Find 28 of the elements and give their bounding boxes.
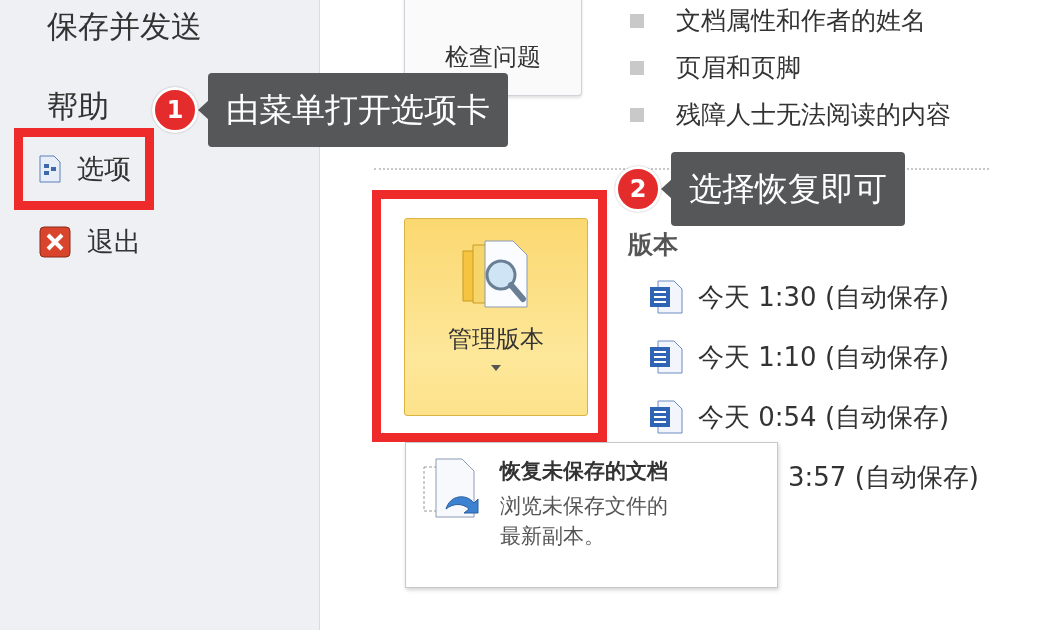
bullet-text: 页眉和页脚 xyxy=(676,52,801,84)
bullet-icon xyxy=(630,13,644,28)
menu-description: 浏览未保存文件的最新副本。 xyxy=(500,493,669,551)
bullet-text: 文档属性和作者的姓名 xyxy=(676,5,926,37)
options-label: 选项 xyxy=(77,152,131,186)
documents-magnifier-icon xyxy=(461,239,531,311)
version-entry[interactable]: 今天 0:54 (自动保存) xyxy=(698,399,950,435)
bullet-icon xyxy=(630,107,644,122)
menu-heading[interactable]: 保存并发送 xyxy=(47,6,202,48)
bullet-icon xyxy=(630,60,644,75)
bullet-text: 残障人士无法阅读的内容 xyxy=(676,99,951,131)
tooltip-pointer xyxy=(661,179,672,199)
close-icon xyxy=(39,226,71,258)
options-menu-item[interactable]: 选项 xyxy=(39,137,131,201)
step-badge: 2 xyxy=(615,166,661,212)
exit-label: 退出 xyxy=(87,225,141,259)
manage-versions-button[interactable]: 管理版本 xyxy=(404,218,588,416)
version-entry[interactable]: 今天 1:30 (自动保存) xyxy=(698,279,950,315)
menu-title: 恢复未保存的文档 xyxy=(500,458,669,485)
exit-menu-item[interactable]: 退出 xyxy=(39,210,141,274)
versions-heading: 版本 xyxy=(628,229,679,261)
document-icon xyxy=(39,155,61,183)
version-entry[interactable]: 今天 1:10 (自动保存) xyxy=(698,339,950,375)
caret-icon xyxy=(491,365,501,371)
recover-dropdown-menu[interactable]: 恢复未保存的文档 浏览未保存文件的最新副本。 xyxy=(405,442,778,588)
tooltip-pointer xyxy=(198,100,209,120)
version-entry[interactable]: 3:57 (自动保存) xyxy=(788,459,979,495)
menu-heading[interactable]: 帮助 xyxy=(47,86,109,128)
